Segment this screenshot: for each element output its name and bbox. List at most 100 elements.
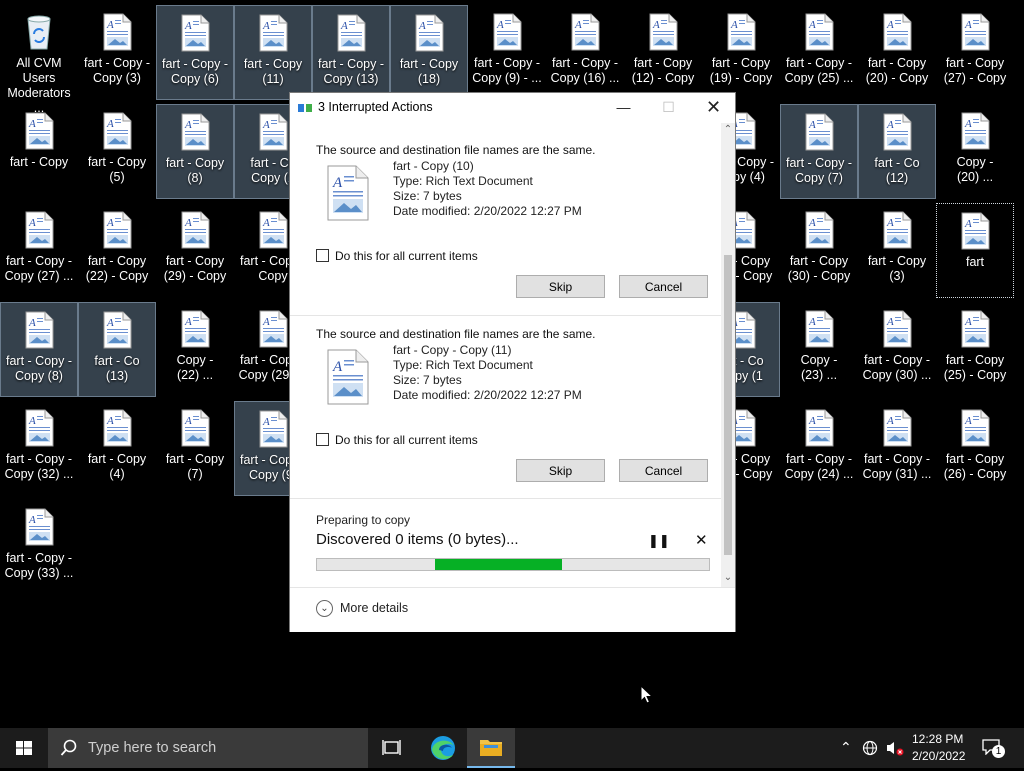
desktop-icon[interactable]: Afart - Copy (27) - Copy (936, 5, 1014, 100)
desktop-icon[interactable]: Afart - Copy (18) (390, 5, 468, 100)
rtf-document-icon: A (181, 113, 210, 151)
desktop-icon-label: fart - Copy - Copy (31) ... (862, 452, 932, 481)
desktop-icon-label: fart - Copy - Copy (27) ... (4, 254, 74, 283)
svg-text:A: A (28, 118, 36, 130)
scroll-down-icon[interactable]: ⌄ (721, 571, 735, 585)
rtf-document-icon: A (25, 508, 54, 546)
desktop-icon[interactable]: Afart - Copy (11) (234, 5, 312, 100)
maximize-button[interactable]: ☐ (646, 93, 691, 123)
desktop-icon[interactable]: Afart - Copy - Copy (6) (156, 5, 234, 100)
conflict-file[interactable]: A fart - Copy (10) Type: Rich Text Docum… (324, 159, 704, 229)
desktop-icon[interactable]: Afart - Copy - Copy (16) ... (546, 5, 624, 100)
desktop-icon[interactable]: Afart - Copy (19) - Copy (702, 5, 780, 100)
desktop-icon[interactable]: A Copy - (23) ... (780, 302, 858, 397)
scroll-up-icon[interactable]: ⌃ (721, 123, 735, 137)
desktop-icon[interactable]: Afart - Copy (0, 104, 78, 199)
desktop-icon[interactable]: Afart - Copy (26) - Copy (936, 401, 1014, 496)
do-for-all-checkbox[interactable]: Do this for all current items (316, 433, 478, 447)
desktop-icon[interactable]: Afart - Copy - Copy (7) (780, 104, 858, 199)
conflict-item: The source and destination file names ar… (316, 143, 716, 298)
desktop-icon[interactable]: Afart - Copy - Copy (8) (0, 302, 78, 397)
desktop-icon[interactable]: Afart - Copy - Copy (25) ... (780, 5, 858, 100)
more-details-bar[interactable]: ⌄ More details (290, 587, 735, 632)
desktop-icon[interactable]: Afart - Copy - Copy (30) ... (858, 302, 936, 397)
skip-button[interactable]: Skip (516, 275, 605, 298)
desktop-icon[interactable]: Afart - Copy (3) (858, 203, 936, 298)
chevron-up-icon[interactable]: ⌃ (840, 739, 852, 756)
dialog-scrollbar[interactable]: ⌃ ⌄ (721, 123, 735, 587)
rtf-document-icon: A (25, 311, 54, 349)
desktop-icon-label: fart - Copy (9, 155, 69, 169)
cancel-button[interactable]: Cancel (619, 275, 708, 298)
desktop-icon[interactable]: All CVM Users Moderators ... (0, 5, 78, 115)
desktop-icon-label: fart - Copy - Copy (6) (162, 57, 228, 86)
desktop-icon[interactable]: A Copy - (22) ... (156, 302, 234, 397)
desktop-icon[interactable]: Afart - Copy (22) - Copy (78, 203, 156, 298)
file-copy-icon (298, 104, 312, 112)
desktop-icon[interactable]: Afart - Copy - Copy (33) ... (0, 500, 78, 595)
dialog-title: 3 Interrupted Actions (318, 100, 433, 114)
desktop-icon[interactable]: Afart - Copy - Copy (13) (312, 5, 390, 100)
desktop-icon[interactable]: Afart - Copy - Copy (9) - ... (468, 5, 546, 100)
desktop-icon[interactable]: Afart - Copy (25) - Copy (936, 302, 1014, 397)
clock-time[interactable]: 12:28 PM (912, 732, 963, 746)
desktop-icon[interactable]: Afart - Copy (30) - Copy (780, 203, 858, 298)
network-icon[interactable] (862, 740, 880, 756)
desktop-icon[interactable]: Afart - Copy (4) (78, 401, 156, 496)
close-button[interactable]: ✕ (691, 93, 736, 123)
dialog-content: The source and destination file names ar… (290, 123, 721, 587)
svg-text:A: A (808, 119, 816, 131)
rtf-document-icon: A (805, 310, 834, 348)
desktop-icon[interactable]: Afart - Copy - Copy (3) (78, 5, 156, 100)
chevron-down-icon[interactable]: ⌄ (316, 600, 333, 617)
minimize-button[interactable]: — (601, 93, 646, 123)
desktop-icon[interactable]: Afart - Copy - Copy (24) ... (780, 401, 858, 496)
desktop-icon[interactable]: Afart - Copy (8) (156, 104, 234, 199)
desktop-icon[interactable]: Afart - Copy (29) - Copy (156, 203, 234, 298)
desktop-icon[interactable]: Afart - Copy - Copy (32) ... (0, 401, 78, 496)
checkbox-box[interactable] (316, 249, 329, 262)
taskbar: Type here to search ⌃ 12:28 PM 2/20/2022 (0, 728, 1024, 768)
task-view-icon[interactable] (368, 728, 416, 768)
desktop-icon[interactable]: Afart - Copy - Copy (31) ... (858, 401, 936, 496)
svg-text:A: A (184, 217, 192, 229)
dialog-titlebar[interactable]: 3 Interrupted Actions — ☐ ✕ (290, 93, 735, 123)
rtf-document-icon: A (327, 349, 369, 405)
desktop-icon[interactable]: Afart - Copy (12) - Copy (624, 5, 702, 100)
desktop-icon[interactable]: Afart - Copy (7) (156, 401, 234, 496)
more-details-label[interactable]: More details (340, 601, 408, 615)
desktop-icon[interactable]: A Copy - (20) ... (936, 104, 1014, 199)
desktop-icon-label: fart - Copy (29) - Copy (163, 254, 227, 283)
windows-start-icon[interactable] (0, 728, 48, 768)
do-for-all-checkbox[interactable]: Do this for all current items (316, 249, 478, 263)
desktop-icon-label: fart (965, 255, 985, 269)
desktop-icon[interactable]: Afart - Copy - Copy (27) ... (0, 203, 78, 298)
file-explorer-button[interactable] (467, 728, 515, 768)
notifications-button[interactable]: 1 (982, 739, 1005, 760)
checkbox-box[interactable] (316, 433, 329, 446)
edge-browser-icon[interactable] (419, 728, 467, 768)
desktop-icon-label: fart - Copy (4) (87, 452, 147, 481)
rtf-document-icon: A (961, 409, 990, 447)
pause-icon[interactable]: ❚❚ (648, 533, 670, 549)
rtf-document-icon: A (961, 310, 990, 348)
close-icon[interactable]: ✕ (695, 531, 708, 549)
desktop-icon[interactable]: Afart - Co (13) (78, 302, 156, 397)
desktop-icon-label: fart - Copy - Copy (8) (6, 354, 72, 383)
rtf-document-icon: A (883, 409, 912, 447)
scrollbar-thumb[interactable] (724, 255, 732, 555)
desktop-icon[interactable]: Afart (936, 203, 1014, 298)
clock-date[interactable]: 2/20/2022 (912, 749, 965, 763)
search-box[interactable]: Type here to search (48, 728, 368, 768)
rtf-document-icon: A (259, 211, 288, 249)
cancel-button[interactable]: Cancel (619, 459, 708, 482)
conflict-file[interactable]: A fart - Copy - Copy (11) Type: Rich Tex… (324, 343, 704, 413)
desktop-icon[interactable]: Afart - Co (12) (858, 104, 936, 199)
svg-text:A: A (332, 359, 343, 375)
volume-muted-icon[interactable] (885, 740, 905, 756)
desktop-icon[interactable]: Afart - Copy (5) (78, 104, 156, 199)
svg-text:A: A (106, 317, 114, 329)
desktop-icon[interactable]: Afart - Copy (20) - Copy (858, 5, 936, 100)
skip-button[interactable]: Skip (516, 459, 605, 482)
desktop-icon-label: fart - Copy (3) (867, 254, 927, 283)
